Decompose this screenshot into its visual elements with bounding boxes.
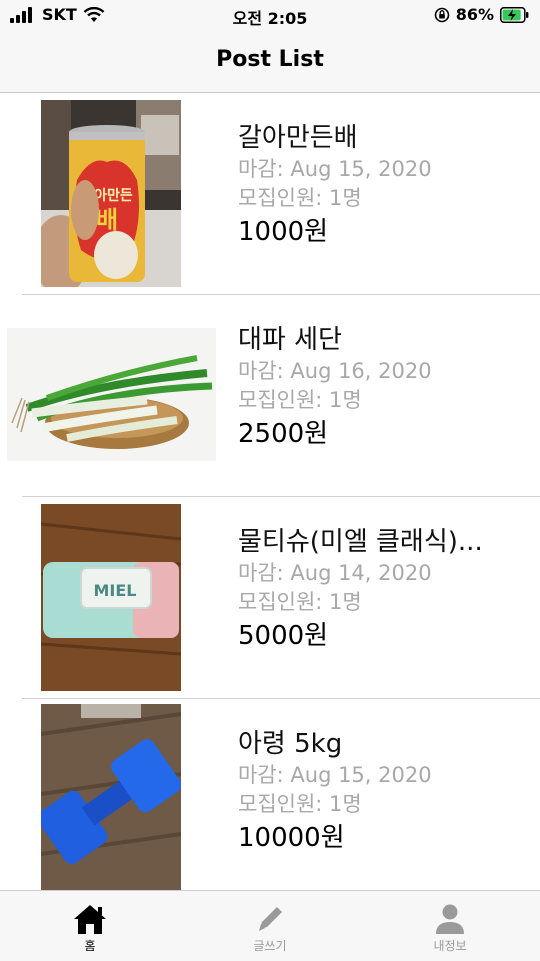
wet-wipes-photo: MIEL: [41, 504, 181, 691]
post-recruit-count: 모집인원: 1명: [238, 792, 362, 816]
status-right: 86%: [434, 5, 530, 24]
person-icon: [436, 904, 464, 934]
post-title: 대파 세단: [238, 325, 342, 355]
post-price: 2500원: [238, 419, 329, 449]
status-bar: SKT 오전 2:05 86%: [0, 0, 540, 30]
post-title: 물티슈(미엘 클래식)...: [238, 527, 483, 557]
rotation-lock-icon: [434, 7, 450, 22]
post-deadline: 마감: Aug 14, 2020: [238, 561, 432, 585]
post-row[interactable]: 아령 5kg 마감: Aug 15, 2020 모집인원: 1명 10000원: [0, 699, 540, 890]
post-title: 아령 5kg: [238, 729, 343, 759]
navigation-bar: Post List: [0, 30, 540, 93]
post-text: 대파 세단 마감: Aug 16, 2020 모집인원: 1명 2500원: [238, 323, 528, 451]
tab-my-info[interactable]: 내정보: [360, 891, 540, 961]
post-list[interactable]: 갈아만든 배 갈아만든배 마감: Aug 15, 2020 모집인원: 1명 1…: [0, 93, 540, 890]
tab-bar: 홈 글쓰기 내정보: [0, 890, 540, 961]
post-price: 5000원: [238, 621, 329, 651]
pear-juice-can-photo: 갈아만든 배: [41, 100, 181, 287]
tab-home[interactable]: 홈: [0, 891, 180, 961]
svg-text:배: 배: [96, 206, 118, 234]
svg-text:MIEL: MIEL: [94, 581, 137, 600]
post-row[interactable]: 대파 세단 마감: Aug 16, 2020 모집인원: 1명 2500원: [0, 295, 540, 497]
pencil-icon: [259, 907, 282, 931]
tab-label: 글쓰기: [253, 939, 287, 953]
post-recruit-count: 모집인원: 1명: [238, 186, 362, 210]
post-price: 1000원: [238, 217, 329, 247]
tab-write[interactable]: 글쓰기: [180, 891, 360, 961]
tab-label: 홈: [84, 939, 96, 953]
battery-charging-icon: [500, 6, 529, 23]
post-text: 아령 5kg 마감: Aug 15, 2020 모집인원: 1명 10000원: [238, 727, 528, 855]
page-title: Post List: [216, 47, 324, 72]
post-text: 갈아만든배 마감: Aug 15, 2020 모집인원: 1명 1000원: [238, 121, 528, 249]
post-row[interactable]: MIEL 물티슈(미엘 클래식)... 마감: Aug 14, 2020 모집인…: [0, 497, 540, 699]
post-text: 물티슈(미엘 클래식)... 마감: Aug 14, 2020 모집인원: 1명…: [238, 525, 528, 653]
tab-label: 내정보: [433, 939, 467, 953]
post-deadline: 마감: Aug 15, 2020: [238, 763, 432, 787]
green-onion-photo: [7, 328, 216, 461]
dumbbell-photo: [41, 704, 181, 890]
post-deadline: 마감: Aug 15, 2020: [238, 157, 432, 181]
battery-percent: 86%: [455, 5, 494, 24]
post-price: 10000원: [238, 823, 345, 853]
post-deadline: 마감: Aug 16, 2020: [238, 359, 432, 383]
post-recruit-count: 모집인원: 1명: [238, 590, 362, 614]
home-icon: [74, 905, 106, 934]
post-recruit-count: 모집인원: 1명: [238, 388, 362, 412]
post-row[interactable]: 갈아만든 배 갈아만든배 마감: Aug 15, 2020 모집인원: 1명 1…: [0, 93, 540, 295]
post-title: 갈아만든배: [238, 123, 358, 153]
